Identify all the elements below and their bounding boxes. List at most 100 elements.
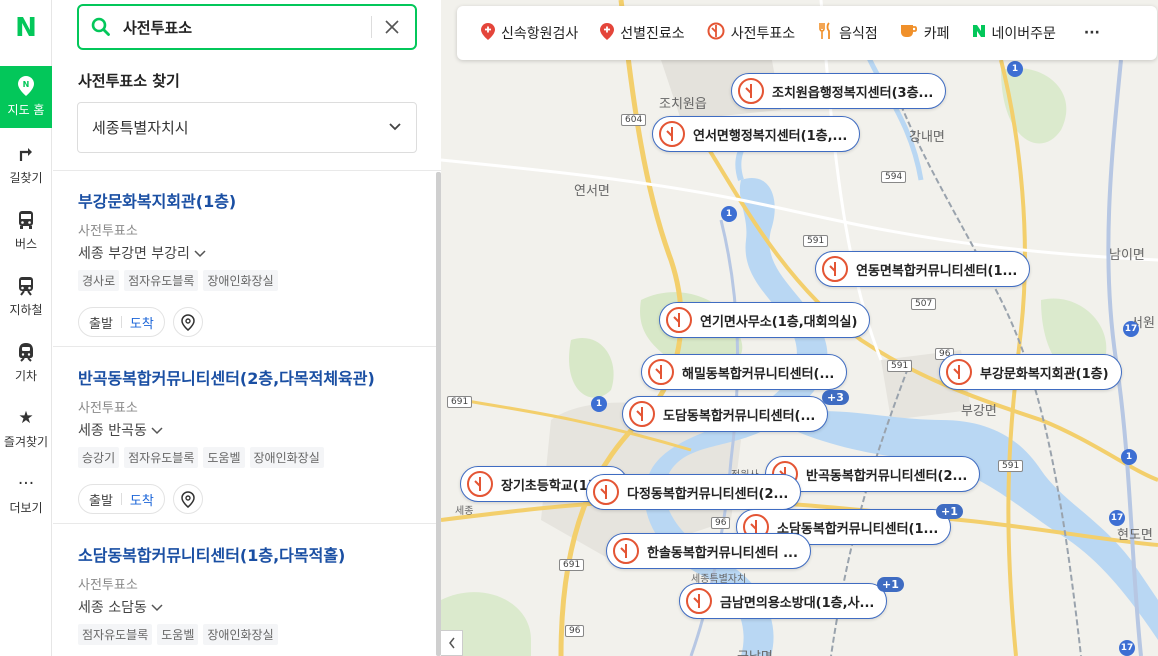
place-label: 조치원읍 (659, 97, 707, 112)
nav-subway[interactable]: 지하철 (0, 266, 52, 328)
vote-icon (707, 22, 725, 44)
nav-label: 지하철 (9, 303, 43, 317)
marker-label: 해밀동복합커뮤니티센터(... (682, 366, 835, 382)
svg-text:N: N (23, 80, 30, 89)
filter-rapid-antigen[interactable]: 신속항원검사 (481, 22, 579, 44)
place-label: 부강면 (961, 404, 997, 419)
marker-label: 부강문화복지회관(1층) (980, 366, 1109, 382)
nav-train[interactable]: 기차 (0, 332, 52, 394)
nav-label: 지도 홈 (7, 103, 45, 117)
filter-restaurant[interactable]: 음식점 (817, 22, 878, 44)
national-road: 17 (1123, 321, 1139, 337)
filter-label: 신속항원검사 (501, 26, 579, 42)
poll-marker[interactable]: 금남면의용소방대(1층,사... (679, 583, 888, 619)
poll-marker[interactable]: 해밀동복합커뮤니티센터(... (641, 354, 848, 390)
filter-more-button[interactable]: ··· (1084, 25, 1100, 41)
result-category: 사전투표소 (78, 578, 138, 593)
map-pin-icon (181, 313, 195, 331)
poll-marker[interactable]: 부강문화복지회관(1층) (939, 354, 1122, 390)
cluster-badge[interactable]: +1 (936, 504, 963, 519)
filter-early-voting[interactable]: 사전투표소 (707, 22, 795, 44)
nav-bus[interactable]: 버스 (0, 200, 52, 262)
region-value: 세종특별자치시 (92, 119, 189, 137)
cluster-badge[interactable]: +3 (822, 390, 849, 405)
filter-screening-clinic[interactable]: 선별진료소 (600, 22, 685, 44)
naver-icon (972, 24, 986, 42)
vote-icon (666, 307, 692, 333)
map-view[interactable]: 연서면 강내면 조치원읍 부강면 남이면 서원 현도면 금남면 세종 정원사 세… (441, 0, 1158, 656)
national-road: 1 (1121, 449, 1137, 465)
result-address[interactable]: 세종 소담동 (78, 597, 418, 617)
poll-marker[interactable]: 연기면사무소(1층,대회의실) (659, 302, 871, 338)
nav-label: 더보기 (9, 501, 43, 515)
road-number: 591 (803, 235, 829, 247)
result-title[interactable]: 부강문화복지회관(1층) (78, 188, 418, 212)
result-address[interactable]: 세종 반곡동 (78, 420, 418, 440)
naver-logo[interactable]: N (0, 0, 52, 56)
result-address[interactable]: 세종 부강면 부강리 (78, 243, 418, 263)
national-road: 17 (1119, 640, 1135, 656)
road-number: 591 (887, 360, 913, 372)
arrive-button[interactable]: 도착 (130, 490, 154, 509)
clear-icon[interactable] (372, 19, 412, 35)
train-icon (17, 342, 35, 364)
arrive-button[interactable]: 도착 (130, 313, 154, 332)
search-input[interactable] (123, 18, 363, 36)
start-button[interactable]: 출발 (89, 313, 113, 332)
cluster-badge[interactable]: +1 (877, 577, 904, 592)
road-number: 96 (711, 517, 731, 529)
nav-favorites[interactable]: ★ 즐겨찾기 (0, 398, 52, 460)
tag: 점자유도블록 (78, 624, 153, 645)
road-number: 96 (565, 625, 585, 637)
bus-icon (17, 210, 35, 232)
panel-scrollbar[interactable] (436, 172, 441, 656)
filter-cafe[interactable]: 카페 (900, 23, 950, 43)
tag: 장애인화장실 (249, 447, 324, 468)
result-item: 부강문화복지회관(1층) 사전투표소 세종 부강면 부강리 경사로 점자유도블록… (78, 188, 418, 337)
divider (120, 493, 122, 505)
nav-more[interactable]: ··· 더보기 (0, 464, 52, 526)
poll-marker[interactable]: 연동면복합커뮤니티센터(1... (815, 251, 1031, 287)
chevron-left-icon (448, 637, 455, 649)
nav-label: 길찾기 (9, 171, 43, 185)
poll-marker[interactable]: 연서면행정복지센터(1층,... (652, 116, 861, 152)
nav-map-home[interactable]: N 지도 홈 (0, 66, 52, 128)
poll-marker[interactable]: 다정동복합커뮤니티센터(2... (586, 474, 802, 510)
filter-naver-order[interactable]: 네이버주문 (972, 23, 1056, 43)
vote-icon (738, 78, 764, 104)
result-tags: 승강기 점자유도블록 도움벨 장애인화장실 (78, 447, 418, 468)
poll-marker[interactable]: 한솔동복합커뮤니티센터 ... (606, 533, 811, 569)
more-dots-icon: ··· (17, 474, 35, 494)
nav-directions[interactable]: 길찾기 (0, 134, 52, 196)
result-tags: 경사로 점자유도블록 장애인화장실 (78, 270, 418, 291)
left-nav: N N 지도 홈 길찾기 버스 지하철 기차 ★ 즐겨찾기 ··· 더보기 (0, 0, 52, 656)
result-item: 반곡동복합커뮤니티센터(2층,다목적체육관) 사전투표소 세종 반곡동 승강기 … (78, 365, 418, 514)
result-category: 사전투표소 (78, 401, 138, 416)
map-pin-button[interactable] (172, 307, 203, 337)
start-button[interactable]: 출발 (89, 490, 113, 509)
tag: 점자유도블록 (124, 447, 199, 468)
poll-marker[interactable]: 조치원읍행정복지센터(3층... (731, 73, 947, 109)
marker-label: 도담동복합커뮤니티센터(... (663, 408, 816, 424)
map-pin-button[interactable] (172, 484, 203, 514)
place-label: 강내면 (909, 130, 945, 145)
result-title[interactable]: 소담동복합커뮤니티센터(1층,다목적홀) (78, 542, 418, 566)
category-filter-bar: 신속항원검사 선별진료소 사전투표소 음식점 카페 네이버주문 ··· (457, 6, 1157, 60)
search-panel: 사전투표소 찾기 세종특별자치시 부강문화복지회관(1층) 사전투표소 세종 부… (53, 0, 441, 656)
region-select[interactable]: 세종특별자치시 (77, 102, 417, 153)
result-tags: 점자유도블록 도움벨 장애인화장실 (78, 624, 418, 645)
result-category: 사전투표소 (78, 224, 138, 239)
road-number: 604 (621, 114, 647, 126)
vote-icon (467, 471, 493, 497)
tag: 장애인화장실 (203, 624, 278, 645)
collapse-panel-button[interactable] (441, 630, 463, 656)
result-actions: 출발 도착 (78, 307, 418, 337)
result-title[interactable]: 반곡동복합커뮤니티센터(2층,다목적체육관) (78, 365, 418, 389)
divider (120, 316, 122, 328)
filter-label: 음식점 (839, 26, 878, 42)
vote-icon (946, 359, 972, 385)
result-actions: 출발 도착 (78, 484, 418, 514)
poll-marker[interactable]: 도담동복합커뮤니티센터(... (622, 396, 829, 432)
marker-label: 소담동복합커뮤니티센터(1... (777, 521, 939, 537)
fork-icon (817, 22, 833, 44)
